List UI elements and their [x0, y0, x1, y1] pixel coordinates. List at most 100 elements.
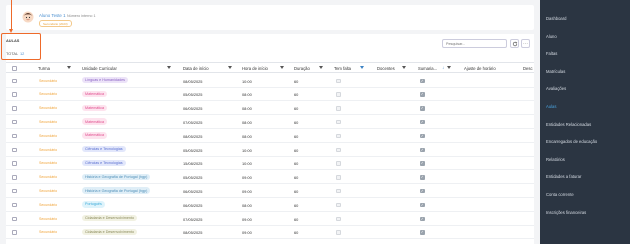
table-header: Turma Unidade Curricular Data de início …: [6, 62, 534, 73]
tem-falta-checkbox[interactable]: [336, 175, 341, 180]
unidade-curricular-tag: Línguas e Humanidades: [82, 77, 128, 84]
column-header-descricao[interactable]: Desc: [523, 66, 533, 71]
row-checkbox[interactable]: [12, 216, 17, 221]
sidebar-item[interactable]: Aluno: [540, 28, 630, 46]
row-checkbox[interactable]: [12, 188, 17, 194]
table-row[interactable]: Secundário Cidadania e Desenvolvimento 07/…: [6, 212, 534, 226]
tem-falta-checkbox[interactable]: [336, 119, 341, 125]
table-row[interactable]: Secundário Ciências e Tecnologias 15/08/20…: [6, 157, 534, 171]
tem-falta-checkbox[interactable]: [336, 106, 341, 111]
student-name[interactable]: Aluno Teste 1: [39, 13, 66, 18]
column-header-docentes[interactable]: Docentes: [377, 66, 395, 71]
column-header-ajuste-horario[interactable]: Ajuste de horário: [464, 66, 496, 71]
table-row[interactable]: Secundário Ciências e Tecnologias 05/05/20…: [6, 143, 534, 157]
row-checkbox[interactable]: [12, 147, 17, 152]
filter-sumariada-icon[interactable]: [447, 66, 451, 70]
data-inicio-cell: 06/05/2025: [183, 106, 203, 112]
turma-tag: Secundário: [39, 78, 58, 83]
tem-falta-checkbox[interactable]: [336, 78, 341, 83]
column-header-turma[interactable]: Turma: [38, 66, 50, 71]
unidade-curricular-tag: História e Geografia de Portugal (hgp): [82, 187, 151, 194]
table-row[interactable]: Secundário Línguas e Humanidades 08/05/202…: [6, 74, 534, 88]
tem-falta-checkbox[interactable]: [336, 147, 341, 152]
sumariada-check-icon: ✓: [420, 147, 425, 152]
sidebar-item[interactable]: Encarregados de educação: [540, 133, 630, 151]
column-header-hora-inicio[interactable]: Hora de início: [242, 66, 268, 71]
sidebar-item[interactable]: Conta corrente: [540, 186, 630, 204]
table-row[interactable]: Secundário História e Geografia de Portug…: [6, 171, 534, 185]
row-checkbox[interactable]: [12, 133, 17, 139]
tem-falta-checkbox[interactable]: [336, 202, 341, 208]
column-header-sumariada[interactable]: Sumaria...: [418, 66, 437, 71]
select-all-checkbox[interactable]: [12, 66, 17, 71]
row-checkbox[interactable]: [12, 78, 17, 83]
row-checkbox[interactable]: [12, 119, 17, 125]
table-row[interactable]: Secundário História e Geografia de Portug…: [6, 184, 534, 198]
filter-duracao-icon[interactable]: [319, 66, 323, 70]
row-checkbox[interactable]: [12, 230, 17, 235]
turma-tag: Secundário: [39, 147, 58, 152]
sidebar-item[interactable]: Faltas: [540, 45, 630, 63]
table-row[interactable]: Secundário Matemática 05/05/2025 08:00 60 ✓: [6, 88, 534, 102]
column-header-tem-falta[interactable]: Tem falta: [334, 66, 351, 71]
filter-data-inicio-icon[interactable]: [228, 66, 232, 70]
data-inicio-cell: 15/08/2025: [183, 161, 203, 167]
tem-falta-checkbox[interactable]: [336, 188, 341, 194]
duracao-cell: 60: [294, 119, 299, 125]
column-header-unidade-curricular[interactable]: Unidade Curricular: [82, 66, 117, 71]
data-inicio-cell: 07/05/2025: [183, 119, 203, 125]
row-checkbox[interactable]: [12, 92, 17, 97]
hora-inicio-cell: 09:00: [242, 175, 252, 181]
table-row[interactable]: Secundário Matemática 06/05/2025 08:00 60 ✓: [6, 102, 534, 116]
tem-falta-checkbox[interactable]: [336, 92, 341, 97]
more-options-button[interactable]: ⋯: [521, 39, 530, 48]
sumariada-check-icon: ✓: [420, 133, 425, 139]
unidade-curricular-tag: Cidadania e Desenvolvimento: [82, 215, 137, 222]
row-checkbox[interactable]: [12, 175, 17, 180]
sidebar-item[interactable]: Entidades a faturar: [540, 168, 630, 186]
tem-falta-checkbox[interactable]: [336, 161, 341, 166]
search-input[interactable]: [442, 39, 507, 48]
sidebar-item[interactable]: Matrículas: [540, 63, 630, 81]
sidebar-item[interactable]: Avaliações: [540, 80, 630, 98]
filter-hora-inicio-icon[interactable]: [280, 66, 284, 70]
sumariada-check-icon: ✓: [420, 161, 425, 166]
turma-tag: Secundário: [39, 175, 58, 180]
table-row[interactable]: Secundário Português 06/05/2025 08:00 60 ✓: [6, 198, 534, 212]
filter-tem-falta-active-icon[interactable]: [360, 66, 364, 70]
hora-inicio-cell: 08:00: [242, 133, 252, 139]
row-checkbox[interactable]: [12, 161, 17, 166]
sidebar-item[interactable]: Entidades Relacionadas: [540, 116, 630, 134]
sumariada-check-icon: ✓: [420, 202, 425, 208]
sidebar: Dashboard Aluno Faltas Matrículas Avaliações…: [540, 0, 630, 244]
column-header-duracao[interactable]: Duração: [294, 66, 310, 71]
filter-unidade-curricular-icon[interactable]: [167, 66, 171, 70]
table-row[interactable]: Secundário Cidadania e Desenvolvimento 08/…: [6, 226, 534, 240]
turma-tag: Secundário: [39, 188, 58, 193]
sidebar-item[interactable]: Dashboard: [540, 10, 630, 28]
data-inicio-cell: 06/05/2025: [183, 188, 203, 194]
sidebar-item[interactable]: Relatórios: [540, 151, 630, 169]
refresh-button[interactable]: [510, 39, 519, 48]
row-checkbox[interactable]: [12, 106, 17, 111]
sort-desc-icon[interactable]: ↓: [442, 65, 444, 70]
data-inicio-cell: 08/05/2025: [183, 133, 203, 139]
sumariada-check-icon: ✓: [420, 188, 425, 194]
row-checkbox[interactable]: [12, 202, 17, 208]
column-header-data-inicio[interactable]: Data de início: [183, 66, 209, 71]
filter-turma-icon[interactable]: [67, 66, 71, 70]
hora-inicio-cell: 10:00: [242, 147, 252, 153]
table-row[interactable]: Secundário Matemática 08/05/2025 08:00 60 ✓: [6, 129, 534, 143]
filter-docentes-icon[interactable]: [402, 66, 406, 70]
unidade-curricular-tag: Português: [82, 201, 105, 208]
data-inicio-cell: 05/05/2025: [183, 175, 203, 181]
tem-falta-checkbox[interactable]: [336, 230, 341, 235]
hora-inicio-cell: 10:00: [242, 161, 252, 167]
hora-inicio-cell: 09:00: [242, 230, 252, 236]
sidebar-item[interactable]: Aulas: [540, 98, 630, 116]
table-row[interactable]: Secundário Matemática 07/05/2025 08:00 60 ✓: [6, 115, 534, 129]
duracao-cell: 60: [294, 161, 299, 167]
tem-falta-checkbox[interactable]: [336, 216, 341, 221]
sidebar-item[interactable]: Inscrições financeiras: [540, 204, 630, 222]
tem-falta-checkbox[interactable]: [336, 133, 341, 139]
